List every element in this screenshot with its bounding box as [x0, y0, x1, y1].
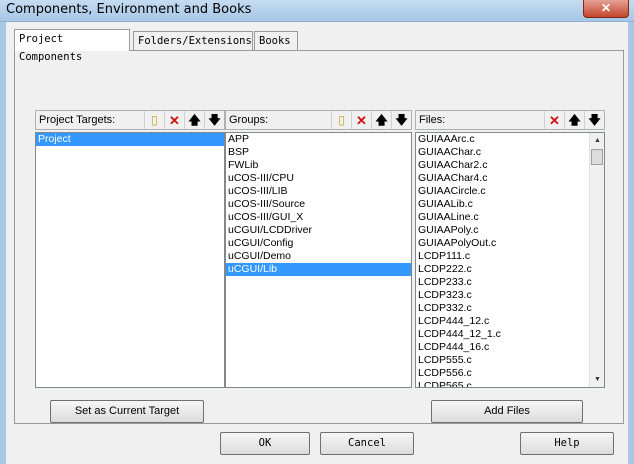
list-item[interactable]: GUIAALine.c: [416, 211, 604, 224]
targets-header: Project Targets: ▯ ✕ 🡅 🡇: [35, 110, 225, 130]
set-current-target-button[interactable]: Set as Current Target: [50, 400, 204, 423]
list-item[interactable]: uCGUI/Lib: [226, 263, 411, 276]
tab-panel: Project Targets: ▯ ✕ 🡅 🡇 Project Groups:…: [14, 50, 624, 424]
list-item[interactable]: LCDP111.c: [416, 250, 604, 263]
tab-books[interactable]: Books: [254, 31, 298, 51]
delete-group-icon[interactable]: ✕: [351, 111, 371, 129]
list-item[interactable]: LCDP555.c: [416, 354, 604, 367]
tab-project-components[interactable]: Project Components: [14, 29, 130, 63]
list-item[interactable]: uCGUI/Config: [226, 237, 411, 250]
list-item[interactable]: GUIAACircle.c: [416, 185, 604, 198]
add-files-button[interactable]: Add Files: [431, 400, 583, 423]
ok-button[interactable]: OK: [220, 432, 310, 455]
scroll-up-arrow-icon[interactable]: ▲: [590, 133, 604, 148]
list-item[interactable]: GUIAAChar.c: [416, 146, 604, 159]
list-item[interactable]: uCOS-III/CPU: [226, 172, 411, 185]
list-item[interactable]: LCDP222.c: [416, 263, 604, 276]
close-button[interactable]: ✕: [583, 0, 629, 18]
list-item[interactable]: GUIAAChar4.c: [416, 172, 604, 185]
title-bar: Components, Environment and Books ✕: [0, 0, 634, 22]
list-item[interactable]: LCDP444_12_1.c: [416, 328, 604, 341]
dialog-client: Project Components Folders/Extensions Bo…: [6, 22, 628, 464]
file-down-icon[interactable]: 🡇: [584, 111, 604, 129]
groups-label: Groups:: [229, 114, 269, 126]
list-item[interactable]: uCOS-III/LIB: [226, 185, 411, 198]
list-item[interactable]: LCDP565.c: [416, 380, 604, 387]
list-item[interactable]: FWLib: [226, 159, 411, 172]
tab-folders-extensions[interactable]: Folders/Extensions: [133, 31, 253, 51]
list-item[interactable]: uCGUI/Demo: [226, 250, 411, 263]
cancel-button[interactable]: Cancel: [320, 432, 414, 455]
list-item[interactable]: APP: [226, 133, 411, 146]
scroll-down-arrow-icon[interactable]: ▼: [590, 372, 604, 387]
list-item[interactable]: GUIAAPoly.c: [416, 224, 604, 237]
move-down-icon[interactable]: 🡇: [204, 111, 224, 129]
list-item[interactable]: LCDP332.c: [416, 302, 604, 315]
list-item[interactable]: GUIAAArc.c: [416, 133, 604, 146]
groups-header: Groups: ▯ ✕ 🡅 🡇: [225, 110, 412, 130]
list-item[interactable]: LCDP444_16.c: [416, 341, 604, 354]
list-item[interactable]: uCGUI/LCDDriver: [226, 224, 411, 237]
list-item[interactable]: LCDP556.c: [416, 367, 604, 380]
list-item[interactable]: GUIAAChar2.c: [416, 159, 604, 172]
targets-label: Project Targets:: [39, 114, 116, 126]
list-item[interactable]: GUIAAPolyOut.c: [416, 237, 604, 250]
list-item[interactable]: LCDP233.c: [416, 276, 604, 289]
files-header: Files: ✕ 🡅 🡇: [415, 110, 605, 130]
files-list[interactable]: ▲ ▼ GUIAAArc.c GUIAAChar.c GUIAAChar2.c GUI…: [415, 132, 605, 388]
list-item[interactable]: uCOS-III/Source: [226, 198, 411, 211]
list-item[interactable]: BSP: [226, 146, 411, 159]
group-up-icon[interactable]: 🡅: [371, 111, 391, 129]
delete-icon[interactable]: ✕: [164, 111, 184, 129]
delete-file-icon[interactable]: ✕: [544, 111, 564, 129]
list-item[interactable]: LCDP444_12.c: [416, 315, 604, 328]
list-item[interactable]: uCOS-III/GUI_X: [226, 211, 411, 224]
new-group-icon[interactable]: ▯: [331, 111, 351, 129]
targets-list[interactable]: Project: [35, 132, 225, 388]
files-label: Files:: [419, 114, 446, 126]
list-item[interactable]: GUIAALib.c: [416, 198, 604, 211]
scroll-thumb[interactable]: [591, 149, 603, 165]
window-title: Components, Environment and Books: [6, 2, 252, 17]
help-button[interactable]: Help: [520, 432, 614, 455]
files-scrollbar[interactable]: ▲ ▼: [589, 133, 604, 387]
group-down-icon[interactable]: 🡇: [391, 111, 411, 129]
file-up-icon[interactable]: 🡅: [564, 111, 584, 129]
list-item[interactable]: Project: [36, 133, 224, 146]
list-item[interactable]: LCDP323.c: [416, 289, 604, 302]
move-up-icon[interactable]: 🡅: [184, 111, 204, 129]
groups-list[interactable]: APP BSP FWLib uCOS-III/CPU uCOS-III/LIB uCOS-…: [225, 132, 412, 388]
new-folder-icon[interactable]: ▯: [144, 111, 164, 129]
